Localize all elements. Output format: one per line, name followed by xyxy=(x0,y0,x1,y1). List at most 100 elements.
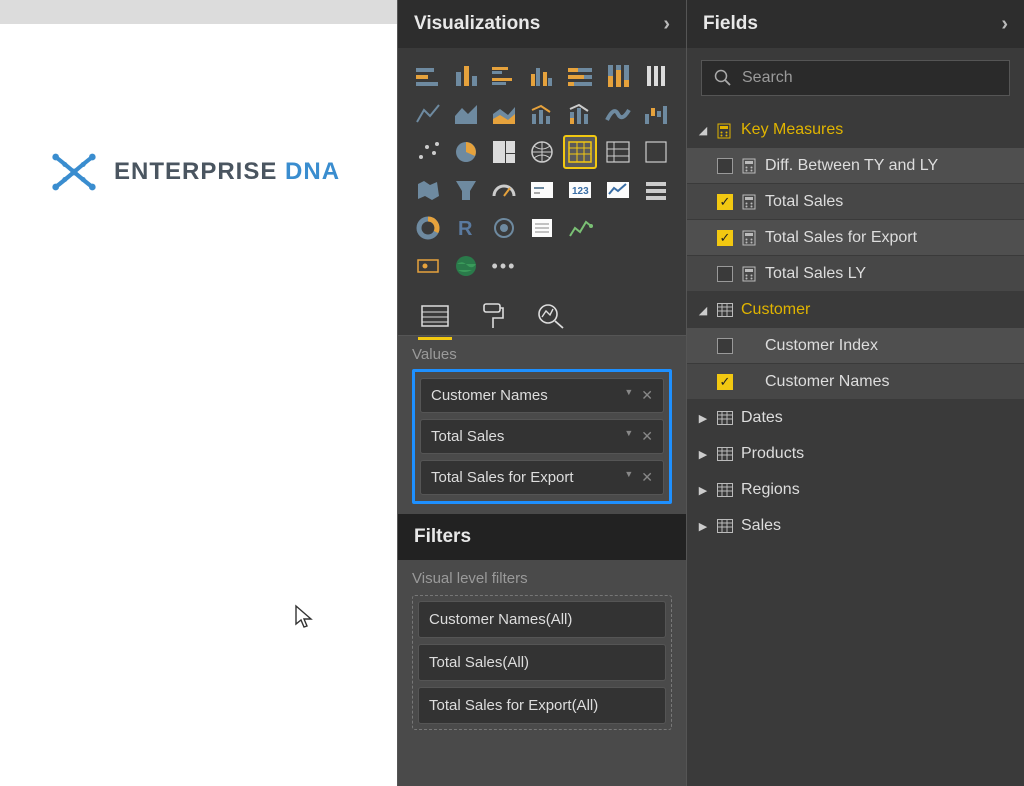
slicer-icon[interactable] xyxy=(640,174,672,206)
field-row[interactable]: Diff. Between TY and LY xyxy=(687,148,1024,184)
treemap-icon[interactable] xyxy=(488,136,520,168)
visual-filters-well[interactable]: Customer Names(All) Total Sales(All) Total… xyxy=(412,595,672,730)
filter-pill[interactable]: Total Sales(All) xyxy=(418,644,666,681)
field-row[interactable]: ✓ Total Sales xyxy=(687,184,1024,220)
visual-filters-label: Visual level filters xyxy=(412,570,672,587)
stacked-column-icon[interactable] xyxy=(450,60,482,92)
value-pill-label: Total Sales xyxy=(431,428,504,445)
chevron-right-icon[interactable]: › xyxy=(663,13,670,36)
pie-chart-icon[interactable] xyxy=(450,136,482,168)
map-icon[interactable] xyxy=(526,136,558,168)
custom-visual-4-icon[interactable] xyxy=(412,250,444,282)
r-visual-icon[interactable]: R xyxy=(450,212,482,244)
table-visual-icon[interactable] xyxy=(564,136,596,168)
value-pill[interactable]: Customer Names ▼ ✕ xyxy=(420,378,664,413)
fields-panel-header[interactable]: Fields › xyxy=(687,0,1024,48)
format-tab[interactable] xyxy=(476,299,510,333)
field-row[interactable]: Customer Index xyxy=(687,328,1024,364)
chevron-down-icon[interactable]: ▼ xyxy=(624,387,633,404)
field-row[interactable]: ✓Total Sales for Export xyxy=(687,220,1024,256)
visualizations-panel-header[interactable]: Visualizations › xyxy=(398,0,686,48)
more-visuals-icon[interactable]: ••• xyxy=(488,250,520,282)
kpi-icon[interactable] xyxy=(602,174,634,206)
fields-tab[interactable] xyxy=(418,299,452,333)
group-label: Key Measures xyxy=(741,121,843,139)
mouse-cursor-icon xyxy=(294,604,316,630)
stacked-area-icon[interactable] xyxy=(488,98,520,130)
chevron-down-icon[interactable]: ▼ xyxy=(624,428,633,445)
scatter-icon[interactable] xyxy=(412,136,444,168)
fields-search-box[interactable] xyxy=(701,60,1010,96)
report-canvas-page[interactable]: ENTERPRISE DNA xyxy=(0,24,397,786)
checkbox[interactable]: ✓ xyxy=(717,230,733,246)
stacked-bar-100-icon[interactable] xyxy=(564,60,596,92)
stacked-bar-icon[interactable] xyxy=(412,60,444,92)
field-label: Customer Names xyxy=(765,373,889,391)
report-canvas-area: ENTERPRISE DNA xyxy=(0,0,397,786)
remove-icon[interactable]: ✕ xyxy=(641,387,653,404)
checkbox[interactable] xyxy=(717,266,733,282)
ribbon-chart-icon[interactable] xyxy=(602,98,634,130)
value-pill[interactable]: Total Sales ▼ ✕ xyxy=(420,419,664,454)
clustered-column-icon[interactable] xyxy=(526,60,558,92)
values-label: Values xyxy=(398,336,686,369)
funnel-icon[interactable] xyxy=(450,174,482,206)
filter-pill[interactable]: Customer Names(All) xyxy=(418,601,666,638)
custom-visual-2-icon[interactable] xyxy=(526,212,558,244)
checkbox[interactable] xyxy=(717,338,733,354)
clustered-bar-icon[interactable] xyxy=(488,60,520,92)
gauge-icon[interactable] xyxy=(488,174,520,206)
stacked-column-100-icon[interactable] xyxy=(602,60,634,92)
remove-icon[interactable]: ✕ xyxy=(641,469,653,486)
group-label: Sales xyxy=(741,517,781,535)
value-pill[interactable]: Total Sales for Export▼✕ xyxy=(420,460,664,495)
remove-icon[interactable]: ✕ xyxy=(641,428,653,445)
field-row[interactable]: Total Sales LY xyxy=(687,256,1024,292)
custom-visual-1-icon[interactable] xyxy=(488,212,520,244)
combo-stacked-icon[interactable] xyxy=(564,98,596,130)
filters-header[interactable]: Filters xyxy=(398,514,686,560)
field-label: Total Sales xyxy=(765,193,843,211)
line-chart-icon[interactable] xyxy=(412,98,444,130)
measure-icon xyxy=(741,158,757,174)
visualizations-gallery: 123 R ••• xyxy=(398,48,686,290)
measure-icon xyxy=(741,230,757,246)
fields-group[interactable]: ▶Regions xyxy=(687,472,1024,508)
chevron-down-icon[interactable]: ▼ xyxy=(624,469,633,486)
checkbox[interactable]: ✓ xyxy=(717,374,733,390)
fields-group[interactable]: ◢Customer xyxy=(687,292,1024,328)
analytics-tab[interactable] xyxy=(534,299,568,333)
checkbox[interactable] xyxy=(717,158,733,174)
fields-search-input[interactable] xyxy=(742,69,997,87)
caret-collapsed-icon: ▶ xyxy=(697,448,709,461)
caret-collapsed-icon: ▶ xyxy=(697,484,709,497)
area-chart-icon[interactable] xyxy=(450,98,482,130)
custom-visual-3-icon[interactable] xyxy=(564,212,596,244)
matrix-icon[interactable] xyxy=(602,136,634,168)
values-well[interactable]: Customer Names▼✕Total Sales▼✕Total Sales… xyxy=(412,369,672,504)
caret-collapsed-icon: ▶ xyxy=(697,520,709,533)
fields-group[interactable]: ▶Dates xyxy=(687,400,1024,436)
caret-expanded-icon: ◢ xyxy=(697,304,709,317)
fields-group[interactable]: ◢Key Measures xyxy=(687,112,1024,148)
card-icon[interactable] xyxy=(526,174,558,206)
combo-chart-icon[interactable] xyxy=(526,98,558,130)
group-label: Products xyxy=(741,445,804,463)
checkbox[interactable]: ✓ xyxy=(717,194,733,210)
svg-text:R: R xyxy=(458,218,473,240)
filter-pill[interactable]: Total Sales for Export(All) xyxy=(418,687,666,724)
magnifier-chart-icon xyxy=(536,302,566,330)
fields-group[interactable]: ▶ Sales xyxy=(687,508,1024,544)
table-icon xyxy=(717,519,733,533)
value-pill-label: Customer Names xyxy=(431,387,548,404)
waterfall-icon[interactable] xyxy=(640,98,672,130)
donut-icon[interactable] xyxy=(412,212,444,244)
blank-visual-icon[interactable] xyxy=(640,136,672,168)
chevron-right-icon[interactable]: › xyxy=(1001,13,1008,36)
field-row[interactable]: ✓ Customer Names xyxy=(687,364,1024,400)
multi-card-icon[interactable]: 123 xyxy=(564,174,596,206)
fields-group[interactable]: ▶ Products xyxy=(687,436,1024,472)
arcgis-globe-icon[interactable] xyxy=(450,250,482,282)
hundred-column-icon[interactable] xyxy=(640,60,672,92)
filled-map-icon[interactable] xyxy=(412,174,444,206)
